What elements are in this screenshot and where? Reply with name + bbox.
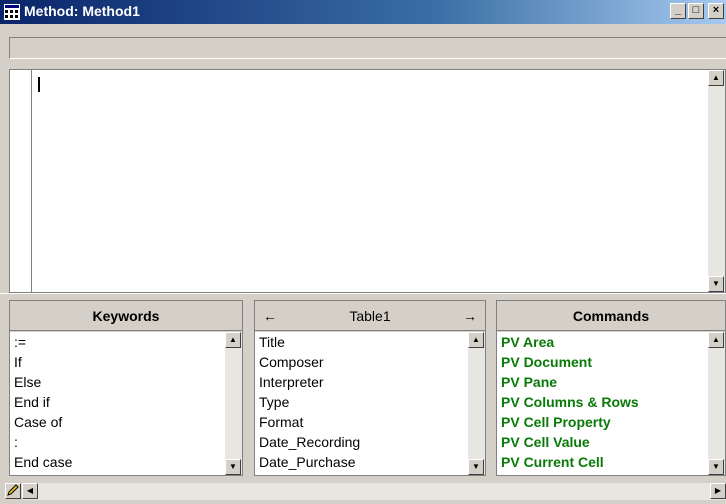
- table-fields-pane: ← Table1 → Title Composer Interpreter Type F…: [254, 300, 486, 476]
- command-item[interactable]: PV Document: [497, 352, 708, 372]
- pane-splitter[interactable]: [0, 293, 726, 300]
- editor-gutter: [10, 70, 32, 292]
- commands-scrollbar[interactable]: ▲ ▼: [708, 332, 725, 475]
- table-header: ← Table1 →: [255, 301, 485, 331]
- keyword-item[interactable]: Case of: [10, 412, 225, 432]
- scroll-up-button[interactable]: ▲: [708, 70, 724, 86]
- field-item[interactable]: Type: [255, 392, 468, 412]
- keyword-item[interactable]: :: [10, 432, 225, 452]
- scroll-right-button[interactable]: ▶: [710, 483, 726, 499]
- method-toolbar: [9, 37, 726, 59]
- scroll-up-icon: ▲: [712, 335, 720, 344]
- scroll-down-icon: ▼: [712, 462, 720, 471]
- text-caret: [38, 77, 40, 92]
- scroll-right-icon: ▶: [714, 486, 722, 495]
- command-item[interactable]: PV Pane: [497, 372, 708, 392]
- keyword-item[interactable]: End case: [10, 452, 225, 472]
- close-button[interactable]: ×: [708, 3, 724, 19]
- pencil-icon: [7, 484, 19, 496]
- scroll-up-icon: ▲: [712, 73, 720, 82]
- code-editor[interactable]: ▲ ▼: [9, 69, 726, 293]
- table-name: Table1: [349, 308, 391, 324]
- keyword-item[interactable]: :=: [10, 332, 225, 352]
- minimize-button[interactable]: _: [670, 3, 686, 19]
- scroll-down-button[interactable]: ▼: [708, 459, 724, 475]
- pencil-button[interactable]: [5, 483, 21, 499]
- method-window-icon: [4, 4, 20, 20]
- field-item[interactable]: Date_Recording: [255, 432, 468, 452]
- scroll-up-button[interactable]: ▲: [708, 332, 724, 348]
- field-item[interactable]: Format: [255, 412, 468, 432]
- command-item[interactable]: PV Cell Property: [497, 412, 708, 432]
- table-fields-scrollbar[interactable]: ▲ ▼: [468, 332, 485, 475]
- scroll-down-button[interactable]: ▼: [708, 276, 724, 292]
- title-bar: Method: Method1 _ □ ×: [0, 0, 726, 24]
- keywords-header: Keywords: [10, 301, 242, 331]
- minimize-icon: _: [674, 4, 682, 16]
- keyword-item[interactable]: Else: [10, 372, 225, 392]
- field-item[interactable]: Date_Purchase: [255, 452, 468, 472]
- right-arrow-icon: →: [463, 308, 477, 324]
- editor-vertical-scrollbar[interactable]: ▲ ▼: [708, 70, 725, 292]
- keyword-item[interactable]: If: [10, 352, 225, 372]
- scroll-up-button[interactable]: ▲: [468, 332, 484, 348]
- previous-table-button[interactable]: ←: [263, 301, 277, 331]
- scroll-up-icon: ▲: [472, 335, 480, 344]
- scroll-left-icon: ◀: [26, 486, 34, 495]
- scroll-down-icon: ▼: [472, 462, 480, 471]
- keyword-item[interactable]: End if: [10, 392, 225, 412]
- keywords-scrollbar[interactable]: ▲ ▼: [225, 332, 242, 475]
- scroll-down-icon: ▼: [712, 279, 720, 288]
- commands-header: Commands: [497, 301, 725, 331]
- horizontal-scrollbar-row: ◀ ▶: [0, 479, 726, 504]
- horizontal-scrollbar[interactable]: ◀ ▶: [22, 483, 726, 500]
- field-item[interactable]: Composer: [255, 352, 468, 372]
- next-table-button[interactable]: →: [463, 301, 477, 331]
- scroll-down-button[interactable]: ▼: [225, 459, 241, 475]
- scroll-down-icon: ▼: [229, 462, 237, 471]
- scroll-left-button[interactable]: ◀: [22, 483, 38, 499]
- left-arrow-icon: ←: [263, 308, 277, 324]
- table-fields-list: Title Composer Interpreter Type Format Date_R…: [255, 332, 468, 475]
- scroll-up-button[interactable]: ▲: [225, 332, 241, 348]
- scroll-down-button[interactable]: ▼: [468, 459, 484, 475]
- close-icon: ×: [712, 4, 720, 16]
- commands-list: PV Area PV Document PV Pane PV Columns & Ro…: [497, 332, 708, 475]
- keywords-list: := If Else End if Case of: End case: [10, 332, 225, 475]
- command-item[interactable]: PV Current Cell: [497, 452, 708, 472]
- command-item[interactable]: PV Columns & Rows: [497, 392, 708, 412]
- commands-pane: Commands PV Area PV Document PV Pane PV Col…: [496, 300, 726, 476]
- field-item[interactable]: Interpreter: [255, 372, 468, 392]
- maximize-icon: □: [692, 4, 700, 16]
- command-item[interactable]: PV Area: [497, 332, 708, 352]
- maximize-button[interactable]: □: [688, 3, 704, 19]
- keywords-pane: Keywords := If Else End if Case of: End case …: [9, 300, 243, 476]
- command-item[interactable]: PV Cell Value: [497, 432, 708, 452]
- scroll-up-icon: ▲: [229, 335, 237, 344]
- window-title: Method: Method1: [24, 3, 140, 19]
- field-item[interactable]: Title: [255, 332, 468, 352]
